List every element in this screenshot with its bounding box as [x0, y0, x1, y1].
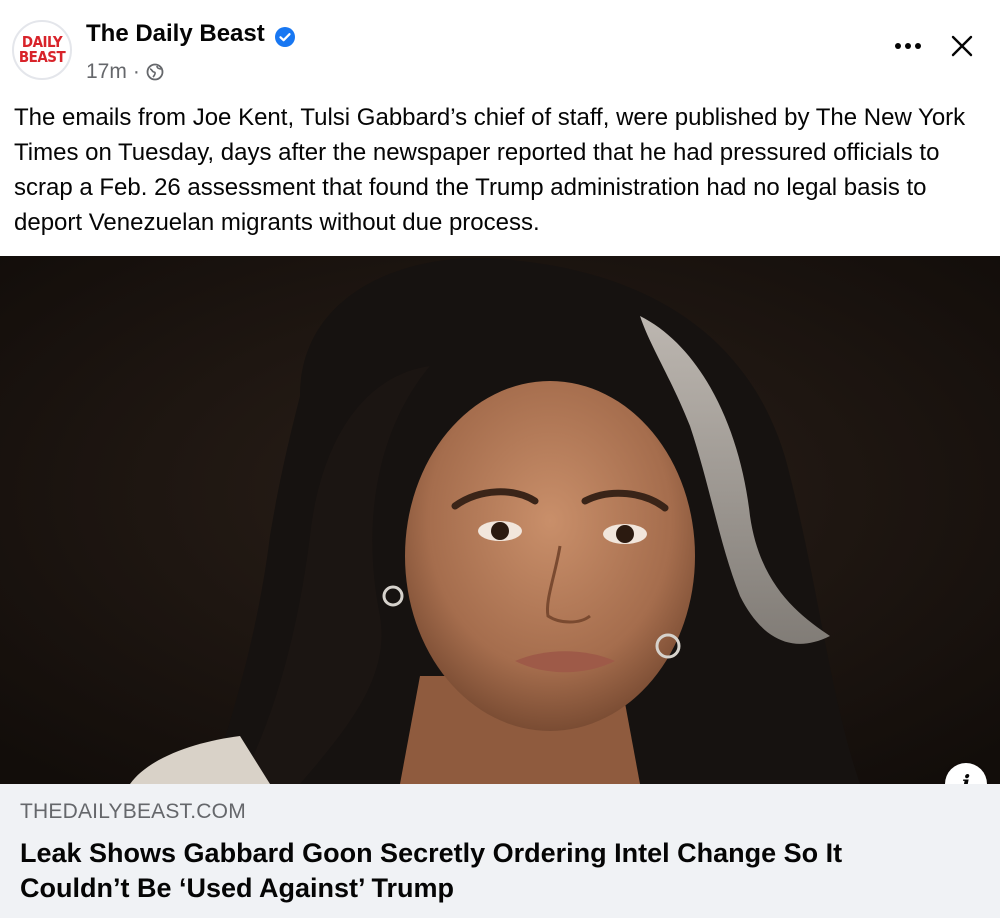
page-avatar[interactable]: DAILY BEAST: [12, 20, 72, 80]
avatar-logo-text: DAILY BEAST: [18, 33, 66, 66]
more-options-icon: [895, 43, 921, 49]
close-icon: [951, 35, 973, 57]
post-meta: 17m ·: [86, 60, 164, 84]
more-options-button[interactable]: [890, 28, 926, 64]
timestamp-link[interactable]: 17m: [86, 60, 127, 84]
link-preview-card[interactable]: THEDAILYBEAST.COM Leak Shows Gabbard Goo…: [0, 784, 1000, 918]
globe-icon[interactable]: [146, 63, 164, 81]
page-name-link[interactable]: The Daily Beast: [86, 20, 265, 48]
verified-badge-icon: [275, 27, 295, 47]
meta-separator: ·: [132, 60, 140, 83]
post-body-text: The emails from Joe Kent, Tulsi Gabbard’…: [14, 104, 966, 236]
link-title[interactable]: Leak Shows Gabbard Goon Secretly Orderin…: [20, 836, 920, 906]
article-photo[interactable]: [0, 256, 1000, 784]
post-header: DAILY BEAST The Daily Beast 17m ·: [0, 0, 1000, 96]
link-domain: THEDAILYBEAST.COM: [20, 800, 246, 823]
close-button[interactable]: [944, 28, 980, 64]
portrait-image: [0, 256, 1000, 784]
